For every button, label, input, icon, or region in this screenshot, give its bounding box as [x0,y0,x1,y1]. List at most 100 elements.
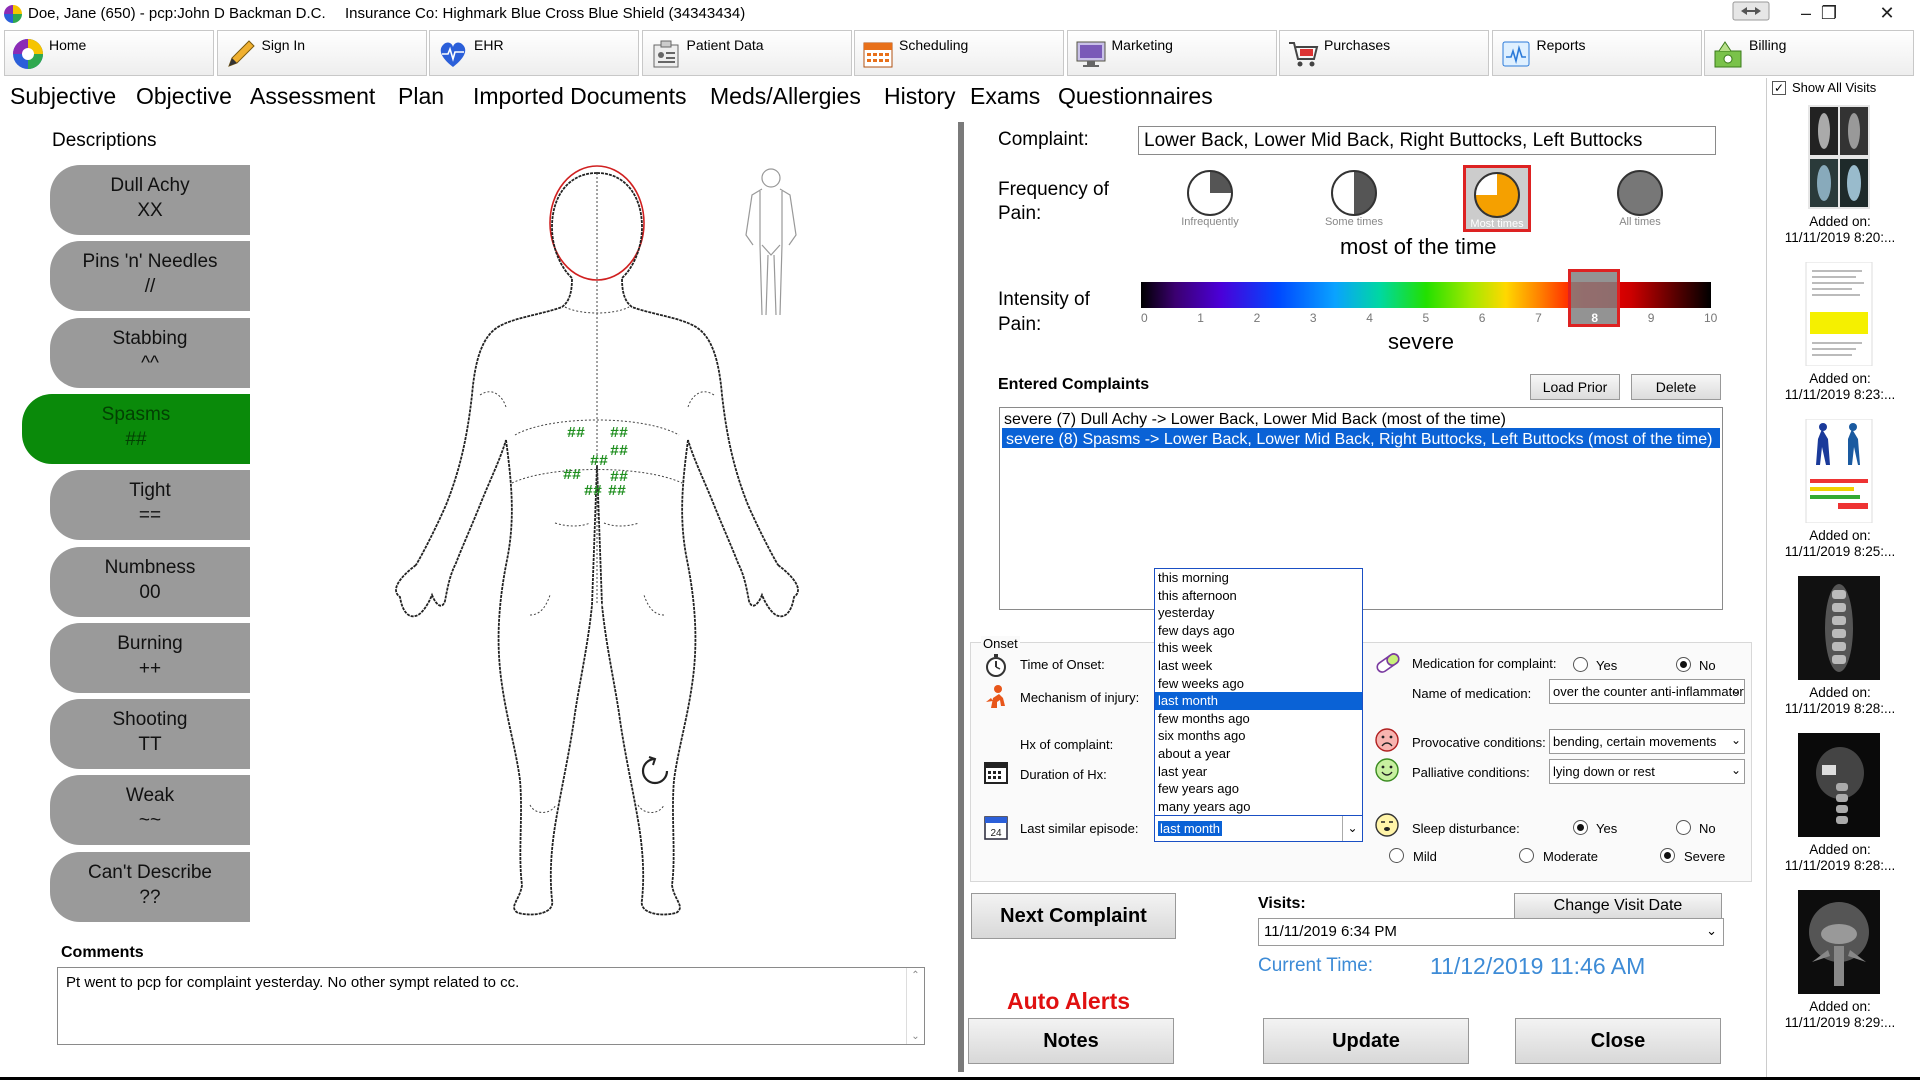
visit-thumbnail-image[interactable] [1798,418,1880,524]
sleep-moderate-radio[interactable] [1519,848,1534,863]
dropdown-option[interactable]: last week [1155,657,1362,675]
close-button[interactable]: Close [1515,1018,1721,1064]
comments-textarea[interactable]: Pt went to pcp for complaint yesterday. … [57,967,925,1045]
update-button[interactable]: Update [1263,1018,1469,1064]
frequency-option-some-times[interactable]: Some times [1324,170,1384,228]
tab-imported-documents[interactable]: Imported Documents [473,83,686,110]
description-tight-button[interactable]: Tight == [50,470,250,541]
sleeping-face-icon [1374,812,1400,838]
spasm-mark[interactable]: ## [567,425,585,442]
toolbar-billing-button[interactable]: Billing [1704,30,1914,76]
spasm-mark[interactable]: ## [563,467,581,484]
description-spasms-button[interactable]: Spasms ## [22,393,250,464]
provocative-select[interactable]: bending, certain movements ⌄ [1549,729,1745,754]
description-stabbing-button[interactable]: Stabbing ^^ [50,317,250,388]
description-numbness-button[interactable]: Numbness 00 [50,546,250,617]
dropdown-option[interactable]: this morning [1155,569,1362,587]
chevron-down-icon[interactable]: ⌄ [1342,816,1362,841]
dropdown-option[interactable]: many years ago [1155,798,1362,816]
scroll-down-icon[interactable]: ⌄ [907,1031,924,1042]
toolbar-reports-button[interactable]: Reports [1491,30,1702,76]
sleep-severe-radio[interactable] [1660,848,1675,863]
visit-thumbnail-image[interactable] [1798,890,1880,994]
comments-scrollbar[interactable]: ⌃ ⌄ [906,968,924,1044]
tab-plan[interactable]: Plan [398,83,444,110]
description-burning-button[interactable]: Burning ++ [50,622,250,693]
tab-meds-allergies[interactable]: Meds/Allergies [710,83,861,110]
tab-objective[interactable]: Objective [136,83,232,110]
tab-assessment[interactable]: Assessment [250,83,375,110]
last-similar-dropdown-list[interactable]: this morning this afternoon yesterday few d… [1154,568,1363,816]
intensity-gradient-bar[interactable] [1141,282,1711,308]
auto-alerts-label[interactable]: Auto Alerts [1007,988,1130,1015]
frequency-option-all-times[interactable]: All times [1610,170,1670,228]
medication-no-radio[interactable] [1676,657,1691,672]
notes-button[interactable]: Notes [968,1018,1174,1064]
complaint-list-item[interactable]: severe (7) Dull Achy -> Lower Back, Lowe… [1000,408,1722,428]
dropdown-option[interactable]: last month [1155,692,1362,710]
dropdown-option[interactable]: few weeks ago [1155,675,1362,693]
tab-exams[interactable]: Exams [970,83,1040,110]
dropdown-option[interactable]: few months ago [1155,710,1362,728]
visits-select[interactable]: 11/11/2019 6:34 PM ⌄ [1258,918,1724,946]
toolbar-purchases-button[interactable]: Purchases [1279,30,1489,76]
tab-subjective[interactable]: Subjective [10,83,117,110]
spasm-mark[interactable]: ## [610,425,628,442]
maximize-button[interactable]: ❐ [1806,0,1852,28]
delete-button[interactable]: Delete [1631,374,1721,400]
chevron-down-icon[interactable]: ⌄ [1731,683,1741,697]
dropdown-option[interactable]: few years ago [1155,780,1362,798]
chevron-down-icon[interactable]: ⌄ [1731,733,1741,747]
load-prior-button[interactable]: Load Prior [1530,374,1620,400]
chevron-down-icon[interactable]: ⌄ [1731,763,1741,777]
toolbar-home-button[interactable]: Home [4,30,214,76]
toolbar-scheduling-button[interactable]: Scheduling [854,30,1064,76]
description-weak-button[interactable]: Weak ~~ [50,775,250,846]
sleep-no-radio[interactable] [1676,820,1691,835]
description-shooting-button[interactable]: Shooting TT [50,699,250,770]
body-diagram[interactable]: ## ## ## ## ## ## ## ## [250,165,945,933]
visit-thumbnail-image[interactable] [1798,105,1880,209]
scroll-up-icon[interactable]: ⌃ [907,970,924,981]
sleep-yes-radio[interactable] [1573,820,1588,835]
spasm-mark[interactable]: ## [590,453,608,470]
dropdown-option[interactable]: yesterday [1155,604,1362,622]
description-pins-n-needles-button[interactable]: Pins 'n' Needles // [50,241,250,312]
restore-arrows-icon[interactable] [1728,0,1774,28]
dropdown-option[interactable]: six months ago [1155,727,1362,745]
close-window-button[interactable]: ✕ [1864,0,1910,28]
panel-splitter[interactable] [958,122,964,1072]
toolbar-sign-in-button[interactable]: Sign In [216,30,427,76]
complaint-field[interactable]: Lower Back, Lower Mid Back, Right Buttoc… [1138,126,1716,155]
description-can-t-describe-button[interactable]: Can't Describe?? [50,851,250,922]
toolbar-ehr-button[interactable]: EHR [429,30,639,76]
palliative-select[interactable]: lying down or rest ⌄ [1549,759,1745,784]
last-similar-select[interactable]: last month ⌄ [1154,815,1363,842]
spasm-mark[interactable]: ## [584,483,602,500]
next-complaint-button[interactable]: Next Complaint [971,893,1176,939]
tab-history[interactable]: History [884,83,956,110]
show-all-visits-checkbox[interactable]: ✓ [1772,81,1786,95]
frequency-option-most-times[interactable]: Most times [1463,165,1531,232]
spasm-mark[interactable]: ## [608,483,626,500]
dropdown-option[interactable]: last year [1155,763,1362,781]
dropdown-option[interactable]: this week [1155,639,1362,657]
toolbar-marketing-button[interactable]: Marketing [1066,30,1277,76]
chevron-down-icon[interactable]: ⌄ [1706,923,1717,939]
sleep-mild-radio[interactable] [1389,848,1404,863]
spasm-mark[interactable]: ## [610,443,628,460]
change-visit-date-button[interactable]: Change Visit Date [1514,893,1722,919]
medication-yes-radio[interactable] [1573,657,1588,672]
dropdown-option[interactable]: about a year [1155,745,1362,763]
toolbar-patient-data-button[interactable]: Patient Data [641,30,852,76]
visit-thumbnail-image[interactable] [1798,576,1880,680]
dropdown-option[interactable]: this afternoon [1155,587,1362,605]
medication-name-select[interactable]: over the counter anti-inflammatory ⌄ [1549,679,1745,704]
tab-questionnaires[interactable]: Questionnaires [1058,83,1213,110]
dropdown-option[interactable]: few days ago [1155,622,1362,640]
frequency-option-infrequently[interactable]: Infrequently [1180,170,1240,228]
description-dull-achy-button[interactable]: Dull Achy XX [50,165,250,235]
visit-thumbnail-image[interactable] [1798,733,1880,837]
complaint-list-item[interactable]: severe (8) Spasms -> Lower Back, Lower M… [1002,428,1720,448]
visit-thumbnail-image[interactable] [1798,261,1880,367]
